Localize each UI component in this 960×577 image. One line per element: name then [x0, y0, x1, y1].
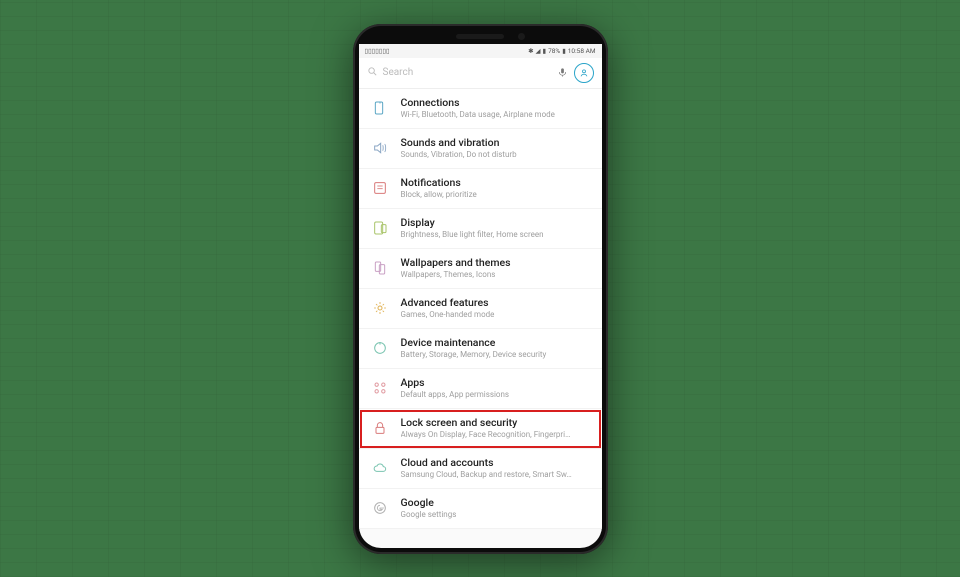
- row-text: GoogleGoogle settings: [401, 496, 592, 520]
- display-icon: [371, 219, 389, 237]
- mic-icon[interactable]: [557, 63, 568, 82]
- wallpaper-icon: [371, 259, 389, 277]
- signal-icon: ▮: [543, 47, 547, 55]
- row-text: DisplayBrightness, Blue light filter, Ho…: [401, 216, 592, 240]
- row-title: Cloud and accounts: [401, 456, 592, 470]
- row-text: Cloud and accountsSamsung Cloud, Backup …: [401, 456, 592, 480]
- search-icon: [367, 66, 378, 80]
- phone-frame: ▯▯▯▯▯▯▯ ✱ ◢ ▮ 78% ▮ 10:58 AM Search: [353, 24, 608, 554]
- settings-row-maintenance[interactable]: Device maintenanceBattery, Storage, Memo…: [359, 329, 602, 369]
- row-title: Sounds and vibration: [401, 136, 592, 150]
- clock: 10:58 AM: [568, 47, 596, 55]
- battery-icon: ▮: [562, 47, 566, 55]
- battery-percent: 78%: [548, 47, 560, 55]
- advanced-icon: [371, 299, 389, 317]
- row-subtitle: Brightness, Blue light filter, Home scre…: [401, 230, 592, 240]
- row-subtitle: Games, One-handed mode: [401, 310, 592, 320]
- search-placeholder: Search: [383, 67, 414, 78]
- row-subtitle: Block, allow, prioritize: [401, 190, 592, 200]
- settings-row-sound[interactable]: Sounds and vibrationSounds, Vibration, D…: [359, 129, 602, 169]
- row-title: Connections: [401, 96, 592, 110]
- phone-screen: ▯▯▯▯▯▯▯ ✱ ◢ ▮ 78% ▮ 10:58 AM Search: [359, 44, 602, 548]
- google-icon: [371, 499, 389, 517]
- row-subtitle: Wallpapers, Themes, Icons: [401, 270, 592, 280]
- settings-row-display[interactable]: DisplayBrightness, Blue light filter, Ho…: [359, 209, 602, 249]
- row-subtitle: Always On Display, Face Recognition, Fin…: [401, 430, 592, 440]
- settings-row-connections[interactable]: ConnectionsWi-Fi, Bluetooth, Data usage,…: [359, 89, 602, 129]
- row-text: NotificationsBlock, allow, prioritize: [401, 176, 592, 200]
- row-text: Sounds and vibrationSounds, Vibration, D…: [401, 136, 592, 160]
- cloud-icon: [371, 459, 389, 477]
- settings-row-apps[interactable]: AppsDefault apps, App permissions: [359, 369, 602, 409]
- row-title: Device maintenance: [401, 336, 592, 350]
- status-bar: ▯▯▯▯▯▯▯ ✱ ◢ ▮ 78% ▮ 10:58 AM: [359, 44, 602, 58]
- row-title: Lock screen and security: [401, 416, 592, 430]
- row-text: ConnectionsWi-Fi, Bluetooth, Data usage,…: [401, 96, 592, 120]
- row-title: Apps: [401, 376, 592, 390]
- wifi-icon: ◢: [536, 47, 541, 55]
- search-bar[interactable]: Search: [359, 58, 602, 89]
- apps-icon: [371, 379, 389, 397]
- row-title: Google: [401, 496, 592, 510]
- row-text: Wallpapers and themesWallpapers, Themes,…: [401, 256, 592, 280]
- row-subtitle: Samsung Cloud, Backup and restore, Smart…: [401, 470, 592, 480]
- sound-icon: [371, 139, 389, 157]
- status-right: ✱ ◢ ▮ 78% ▮ 10:58 AM: [528, 47, 595, 55]
- row-title: Advanced features: [401, 296, 592, 310]
- settings-row-advanced[interactable]: Advanced featuresGames, One-handed mode: [359, 289, 602, 329]
- settings-row-google[interactable]: GoogleGoogle settings: [359, 489, 602, 529]
- settings-row-lock[interactable]: Lock screen and securityAlways On Displa…: [359, 409, 602, 449]
- row-text: Advanced featuresGames, One-handed mode: [401, 296, 592, 320]
- row-subtitle: Wi-Fi, Bluetooth, Data usage, Airplane m…: [401, 110, 592, 120]
- notifications-icon: [371, 179, 389, 197]
- settings-row-notifications[interactable]: NotificationsBlock, allow, prioritize: [359, 169, 602, 209]
- profile-button[interactable]: [574, 63, 594, 83]
- row-subtitle: Default apps, App permissions: [401, 390, 592, 400]
- row-subtitle: Sounds, Vibration, Do not disturb: [401, 150, 592, 160]
- row-subtitle: Google settings: [401, 510, 592, 520]
- lock-icon: [371, 419, 389, 437]
- row-title: Notifications: [401, 176, 592, 190]
- settings-row-wallpaper[interactable]: Wallpapers and themesWallpapers, Themes,…: [359, 249, 602, 289]
- bluetooth-icon: ✱: [528, 47, 533, 55]
- row-title: Wallpapers and themes: [401, 256, 592, 270]
- row-title: Display: [401, 216, 592, 230]
- status-left-icons: ▯▯▯▯▯▯▯: [365, 47, 390, 55]
- row-text: Lock screen and securityAlways On Displa…: [401, 416, 592, 440]
- settings-list[interactable]: ConnectionsWi-Fi, Bluetooth, Data usage,…: [359, 89, 602, 548]
- maintenance-icon: [371, 339, 389, 357]
- connections-icon: [371, 99, 389, 117]
- row-subtitle: Battery, Storage, Memory, Device securit…: [401, 350, 592, 360]
- row-text: Device maintenanceBattery, Storage, Memo…: [401, 336, 592, 360]
- row-text: AppsDefault apps, App permissions: [401, 376, 592, 400]
- settings-row-cloud[interactable]: Cloud and accountsSamsung Cloud, Backup …: [359, 449, 602, 489]
